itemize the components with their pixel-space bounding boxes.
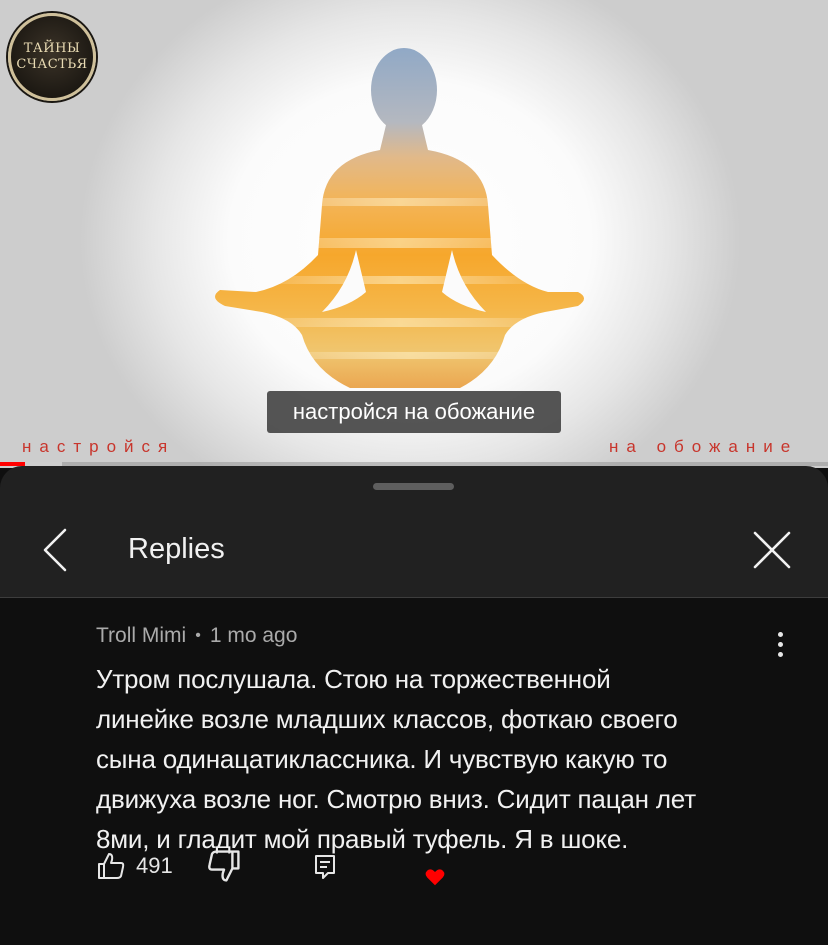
lyric-text-left: настройся [22, 437, 176, 456]
thumb-up-icon [98, 853, 125, 879]
back-button[interactable] [32, 524, 80, 576]
like-count: 491 [136, 853, 173, 878]
dislike-button[interactable] [206, 848, 242, 884]
lyric-text-right: на обожание [609, 437, 799, 456]
reply-icon [315, 855, 335, 879]
channel-logo-line-1: ТАЙНЫ [23, 41, 81, 56]
thumb-down-icon [208, 850, 240, 882]
close-button[interactable] [748, 526, 796, 574]
panel-title: Replies [128, 533, 225, 565]
video-player[interactable]: ТАЙНЫ СЧАСТЬЯ настройся на обожание наст… [0, 0, 828, 468]
channel-logo-line-2: СЧАСТЬЯ [16, 57, 88, 72]
comment-meta: Troll Mimi • 1 mo ago [96, 622, 297, 652]
comment-line: линейке возле младших классов, фоткаю св… [96, 704, 678, 734]
comment-text: Утром послушала. Стою на торжественной л… [96, 659, 796, 859]
reply-button[interactable] [310, 852, 340, 882]
comment-line: Утром послушала. Стою на торжественной [96, 664, 611, 694]
close-icon [753, 531, 791, 569]
comment-time: 1 mo ago [209, 624, 298, 647]
meta-separator: • [195, 627, 201, 644]
channel-logo: ТАЙНЫ СЧАСТЬЯ [8, 13, 96, 101]
comment-actions: 491 [0, 848, 828, 888]
drag-handle[interactable] [373, 483, 454, 490]
comment-line: движуха возле ног. Смотрю вниз. Сидит па… [96, 784, 696, 814]
chevron-left-icon [43, 528, 67, 572]
replies-panel: Replies Troll Mimi • 1 mo ago Утром послуш… [0, 466, 828, 945]
comment-thread: Troll Mimi • 1 mo ago Утром послушала. Сто… [0, 598, 828, 945]
like-button[interactable]: 491 [96, 848, 173, 884]
more-options-button[interactable] [768, 632, 792, 662]
comment-author[interactable]: Troll Mimi [96, 624, 186, 647]
more-vert-icon [768, 632, 792, 657]
heart-icon [425, 869, 445, 886]
subtitle-caption: настройся на обожание [267, 391, 561, 433]
comment-line: сына одинацатиклассника. И чувствую каку… [96, 744, 668, 774]
